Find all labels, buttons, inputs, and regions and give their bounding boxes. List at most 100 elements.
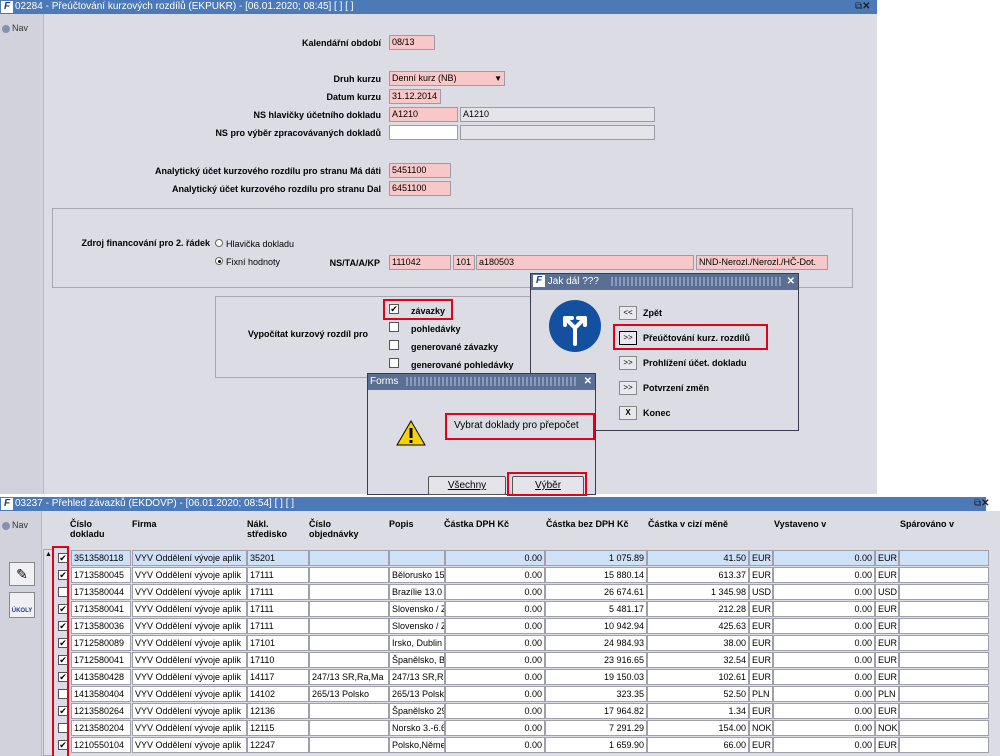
- cell-bez[interactable]: 24 984.93: [545, 635, 647, 651]
- cell-str[interactable]: 17111: [247, 601, 309, 617]
- cell-doklad[interactable]: 1713580044: [71, 584, 131, 600]
- cell-doklad[interactable]: 1712580041: [71, 652, 131, 668]
- cell-extra[interactable]: [899, 686, 989, 702]
- cell-extra[interactable]: [899, 567, 989, 583]
- ta-field[interactable]: 101: [453, 255, 475, 270]
- cell-cur2[interactable]: EUR: [875, 703, 899, 719]
- cell-popis[interactable]: Slovensko / Z: [389, 601, 445, 617]
- cell-cur2[interactable]: EUR: [875, 652, 899, 668]
- cell-firma[interactable]: VYV Oddělení vývoje aplik: [132, 686, 247, 702]
- cell-str[interactable]: 12136: [247, 703, 309, 719]
- cell-firma[interactable]: VYV Oddělení vývoje aplik: [132, 567, 247, 583]
- cell-cur2[interactable]: EUR: [875, 635, 899, 651]
- cell-cur2[interactable]: PLN: [875, 686, 899, 702]
- cell-cur[interactable]: PLN: [749, 686, 773, 702]
- cell-obj[interactable]: 265/13 Polsko: [309, 686, 389, 702]
- vsechny-button[interactable]: Všechny: [428, 476, 506, 495]
- cell-cur[interactable]: EUR: [749, 601, 773, 617]
- cell-str[interactable]: 12115: [247, 720, 309, 736]
- cell-obj[interactable]: [309, 618, 389, 634]
- cell-cur[interactable]: EUR: [749, 567, 773, 583]
- cell-vyst[interactable]: 0.00: [773, 584, 875, 600]
- cell-extra[interactable]: [899, 550, 989, 566]
- cell-doklad[interactable]: 1712580089: [71, 635, 131, 651]
- cell-cur2[interactable]: USD: [875, 584, 899, 600]
- cell-dph[interactable]: 0.00: [445, 720, 545, 736]
- cell-popis[interactable]: Španělsko 29: [389, 703, 445, 719]
- cell-firma[interactable]: VYV Oddělení vývoje aplik: [132, 720, 247, 736]
- cell-extra[interactable]: [899, 720, 989, 736]
- cell-firma[interactable]: VYV Oddělení vývoje aplik: [132, 601, 247, 617]
- cell-popis[interactable]: Norsko 3.-6.6: [389, 720, 445, 736]
- checkbox-generovane-pohledavky[interactable]: [389, 358, 399, 368]
- cell-popis[interactable]: Slovensko / Z: [389, 618, 445, 634]
- cell-cur[interactable]: EUR: [749, 669, 773, 685]
- cell-firma[interactable]: VYV Oddělení vývoje aplik: [132, 703, 247, 719]
- cell-dph[interactable]: 0.00: [445, 703, 545, 719]
- cell-bez[interactable]: 5 481.17: [545, 601, 647, 617]
- cell-doklad[interactable]: 1213580264: [71, 703, 131, 719]
- cell-bez[interactable]: 26 674.61: [545, 584, 647, 600]
- radio-hlavicka-dokladu[interactable]: [215, 239, 223, 247]
- cell-mena[interactable]: 41.50: [647, 550, 749, 566]
- cell-extra[interactable]: [899, 703, 989, 719]
- col-cislo-dokladu[interactable]: Číslo dokladu: [70, 519, 105, 539]
- cell-obj[interactable]: [309, 550, 389, 566]
- checkbox-generovane-zavazky[interactable]: [389, 340, 399, 350]
- cell-mena[interactable]: 1 345.98: [647, 584, 749, 600]
- kalendarni-obdobi-field[interactable]: 08/13: [389, 35, 435, 50]
- ucet-dal-field[interactable]: 6451100: [389, 181, 451, 196]
- cell-obj[interactable]: [309, 567, 389, 583]
- cell-mena[interactable]: 212.28: [647, 601, 749, 617]
- kp-field[interactable]: NND-Nerozl./Nerozl./HČ-Dot.: [696, 255, 828, 270]
- col-popis[interactable]: Popis: [389, 519, 414, 529]
- close-icon[interactable]: ✕: [862, 1, 870, 12]
- cell-firma[interactable]: VYV Oddělení vývoje aplik: [132, 618, 247, 634]
- cell-dph[interactable]: 0.00: [445, 618, 545, 634]
- cell-bez[interactable]: 1 659.90: [545, 737, 647, 753]
- cell-mena[interactable]: 613.37: [647, 567, 749, 583]
- cell-firma[interactable]: VYV Oddělení vývoje aplik: [132, 550, 247, 566]
- cell-mena[interactable]: 32.54: [647, 652, 749, 668]
- cell-cur[interactable]: NOK: [749, 720, 773, 736]
- cell-bez[interactable]: 7 291.29: [545, 720, 647, 736]
- cell-cur[interactable]: EUR: [749, 737, 773, 753]
- cell-doklad[interactable]: 1413580404: [71, 686, 131, 702]
- cell-firma[interactable]: VYV Oddělení vývoje aplik: [132, 635, 247, 651]
- cell-bez[interactable]: 17 964.82: [545, 703, 647, 719]
- cell-vyst[interactable]: 0.00: [773, 720, 875, 736]
- cell-cur2[interactable]: EUR: [875, 550, 899, 566]
- cell-popis[interactable]: Irsko, Dublin: [389, 635, 445, 651]
- cell-mena[interactable]: 102.61: [647, 669, 749, 685]
- cell-obj[interactable]: [309, 584, 389, 600]
- cell-mena[interactable]: 425.63: [647, 618, 749, 634]
- cell-cur[interactable]: USD: [749, 584, 773, 600]
- cell-extra[interactable]: [899, 618, 989, 634]
- cell-dph[interactable]: 0.00: [445, 686, 545, 702]
- cell-doklad[interactable]: 3513580118: [71, 550, 131, 566]
- cell-vyst[interactable]: 0.00: [773, 618, 875, 634]
- cell-extra[interactable]: [899, 652, 989, 668]
- cell-bez[interactable]: 1 075.89: [545, 550, 647, 566]
- cell-obj[interactable]: [309, 703, 389, 719]
- ns-field[interactable]: 111042: [389, 255, 451, 270]
- cell-cur2[interactable]: NOK: [875, 720, 899, 736]
- cell-obj[interactable]: [309, 635, 389, 651]
- cell-cur[interactable]: EUR: [749, 635, 773, 651]
- cell-mena[interactable]: 1.34: [647, 703, 749, 719]
- cell-vyst[interactable]: 0.00: [773, 550, 875, 566]
- ucet-ma-dati-field[interactable]: 5451100: [389, 163, 451, 178]
- cell-vyst[interactable]: 0.00: [773, 669, 875, 685]
- cell-cur2[interactable]: EUR: [875, 601, 899, 617]
- cell-dph[interactable]: 0.00: [445, 652, 545, 668]
- potvrzeni-button[interactable]: >>: [619, 381, 637, 395]
- nav-button[interactable]: Nav: [2, 23, 28, 33]
- prohlizeni-button[interactable]: >>: [619, 356, 637, 370]
- cell-popis[interactable]: Bělorusko 15: [389, 567, 445, 583]
- cell-str[interactable]: 35201: [247, 550, 309, 566]
- cell-bez[interactable]: 23 916.65: [545, 652, 647, 668]
- cell-firma[interactable]: VYV Oddělení vývoje aplik: [132, 652, 247, 668]
- cell-vyst[interactable]: 0.00: [773, 686, 875, 702]
- cell-dph[interactable]: 0.00: [445, 567, 545, 583]
- cell-cur[interactable]: EUR: [749, 618, 773, 634]
